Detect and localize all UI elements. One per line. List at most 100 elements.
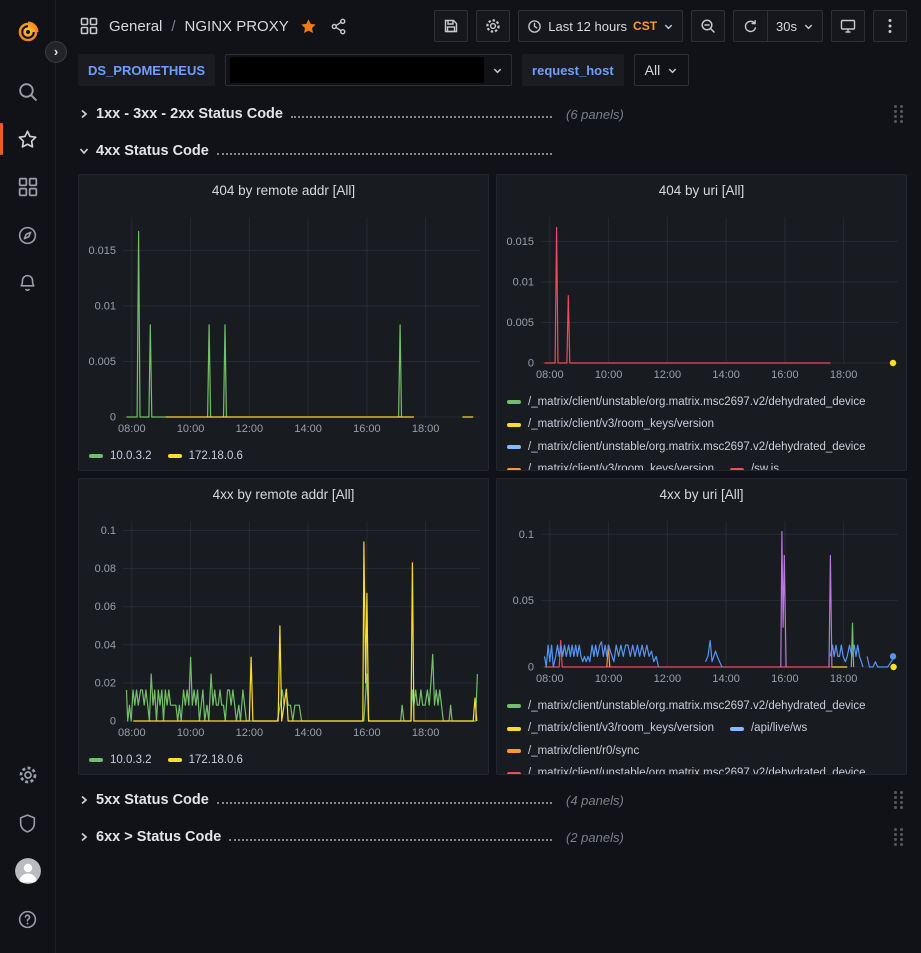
svg-text:0.04: 0.04 xyxy=(95,639,116,651)
chart-canvas[interactable]: 00.0050.010.01508:0010:0012:0014:0016:00… xyxy=(497,205,907,385)
panel-404-by-uri: 404 by uri [All] 00.0050.010.01508:0010:… xyxy=(496,174,907,471)
chevron-right-icon xyxy=(78,108,90,120)
more-options-button[interactable] xyxy=(873,10,907,42)
svg-text:0.015: 0.015 xyxy=(88,245,116,257)
legend-item[interactable]: 172.18.0.6 xyxy=(168,752,243,769)
row-drag-handle[interactable] xyxy=(890,787,907,813)
legend-swatch xyxy=(507,400,521,404)
svg-text:0: 0 xyxy=(110,716,116,728)
panel-title[interactable]: 4xx by uri [All] xyxy=(497,479,906,509)
svg-text:10:00: 10:00 xyxy=(177,727,205,739)
monitor-icon xyxy=(840,18,856,34)
breadcrumb-separator: / xyxy=(171,18,175,35)
panel-4xx-by-remote-addr: 4xx by remote addr [All] 00.020.040.060.… xyxy=(78,478,489,775)
request-host-variable-select[interactable]: All xyxy=(634,54,690,86)
request-host-value: All xyxy=(645,62,661,78)
row-panel-count: (6 panels) xyxy=(566,107,624,122)
legend-item[interactable]: /_matrix/client/v3/room_keys/version xyxy=(507,461,714,470)
row-header-6xx[interactable]: 6xx > Status Code (2 panels) xyxy=(78,823,907,851)
sidebar-item-profile[interactable] xyxy=(0,847,56,895)
sidebar-item-dashboards[interactable] xyxy=(0,163,56,211)
legend-label: 172.18.0.6 xyxy=(189,448,243,465)
sidebar-item-starred[interactable] xyxy=(0,115,56,163)
sidebar-item-search[interactable] xyxy=(0,67,56,115)
row-header-1xx-3xx-2xx[interactable]: 1xx - 3xx - 2xx Status Code (6 panels) xyxy=(78,100,907,128)
main-area: General / NGINX PROXY xyxy=(56,0,921,953)
svg-text:18:00: 18:00 xyxy=(412,727,440,739)
sidebar-item-configuration[interactable] xyxy=(0,751,56,799)
refresh-button[interactable] xyxy=(733,10,767,42)
legend-label: /_matrix/client/unstable/org.matrix.msc2… xyxy=(528,394,866,411)
sidebar-expand-button[interactable]: › xyxy=(45,41,67,63)
svg-text:14:00: 14:00 xyxy=(294,423,322,435)
legend-label: /api/live/ws xyxy=(751,720,807,737)
dashboard-settings-button[interactable] xyxy=(476,10,510,42)
svg-text:10:00: 10:00 xyxy=(595,673,623,685)
chart-legend: /_matrix/client/unstable/org.matrix.msc2… xyxy=(497,694,906,774)
sidebar-item-server-admin[interactable] xyxy=(0,799,56,847)
request-host-variable-label: request_host xyxy=(522,54,624,86)
svg-text:16:00: 16:00 xyxy=(353,423,381,435)
legend-label: /_matrix/client/unstable/org.matrix.msc2… xyxy=(528,698,866,715)
sidebar xyxy=(0,0,56,953)
svg-text:18:00: 18:00 xyxy=(830,369,858,381)
chart-canvas[interactable]: 00.020.040.060.080.108:0010:0012:0014:00… xyxy=(79,509,489,743)
row-title: 5xx Status Code xyxy=(96,792,209,808)
legend-item[interactable]: /_matrix/client/unstable/org.matrix.msc2… xyxy=(507,439,866,456)
favorite-star-button[interactable] xyxy=(298,16,319,37)
dashboards-icon xyxy=(18,177,38,197)
time-range-label: Last 12 hours xyxy=(548,19,627,34)
time-range-picker[interactable]: Last 12 hours CST xyxy=(518,10,683,42)
chart-canvas[interactable]: 00.0050.010.01508:0010:0012:0014:0016:00… xyxy=(79,205,489,439)
row-header-4xx[interactable]: 4xx Status Code xyxy=(78,137,907,165)
variables-bar: DS_PROMETHEUS request_host All xyxy=(56,52,921,96)
legend-item[interactable]: /_matrix/client/v3/room_keys/version xyxy=(507,416,714,433)
tv-kiosk-mode-button[interactable] xyxy=(831,10,865,42)
save-dashboard-button[interactable] xyxy=(434,10,468,42)
svg-text:0.1: 0.1 xyxy=(519,529,534,541)
chart-canvas[interactable]: 00.050.108:0010:0012:0014:0016:0018:00 xyxy=(497,509,907,689)
row-header-5xx[interactable]: 5xx Status Code (4 panels) xyxy=(78,786,907,814)
legend-item[interactable]: 10.0.3.2 xyxy=(89,752,152,769)
breadcrumb-dashboard-title[interactable]: NGINX PROXY xyxy=(185,18,289,35)
sidebar-item-help[interactable] xyxy=(0,895,56,943)
svg-text:0.08: 0.08 xyxy=(95,563,116,575)
legend-label: 10.0.3.2 xyxy=(110,752,152,769)
sidebar-item-alerting[interactable] xyxy=(0,259,56,307)
kebab-icon xyxy=(888,18,892,34)
legend-label: /_matrix/client/unstable/org.matrix.msc2… xyxy=(528,439,866,456)
legend-item[interactable]: 10.0.3.2 xyxy=(89,448,152,465)
legend-swatch xyxy=(730,468,744,471)
share-button[interactable] xyxy=(328,16,349,37)
chart-legend: /_matrix/client/unstable/org.matrix.msc2… xyxy=(497,390,906,470)
legend-item[interactable]: 172.18.0.6 xyxy=(168,448,243,465)
row-drag-handle[interactable] xyxy=(890,101,907,127)
legend-swatch xyxy=(507,704,521,708)
legend-item[interactable]: /sw.js xyxy=(730,461,779,470)
svg-text:0.005: 0.005 xyxy=(506,317,534,329)
legend-item[interactable]: /_matrix/client/r0/sync xyxy=(507,743,639,760)
breadcrumb-folder[interactable]: General xyxy=(109,18,162,35)
legend-item[interactable]: /_matrix/client/v3/room_keys/version xyxy=(507,720,714,737)
row-title: 1xx - 3xx - 2xx Status Code xyxy=(96,106,283,122)
sidebar-item-explore[interactable] xyxy=(0,211,56,259)
legend-item[interactable]: /api/live/ws xyxy=(730,720,807,737)
svg-text:12:00: 12:00 xyxy=(654,673,682,685)
refresh-interval-picker[interactable]: 30s xyxy=(767,10,823,42)
chevron-right-icon xyxy=(78,794,90,806)
datasource-variable-select[interactable] xyxy=(225,54,512,86)
svg-text:08:00: 08:00 xyxy=(118,727,146,739)
legend-item[interactable]: /_matrix/client/unstable/org.matrix.msc2… xyxy=(507,394,866,411)
zoom-out-time-button[interactable] xyxy=(691,10,725,42)
legend-item[interactable]: /_matrix/client/unstable/org.matrix.msc2… xyxy=(507,765,866,774)
panel-title[interactable]: 404 by remote addr [All] xyxy=(79,175,488,205)
panel-title[interactable]: 4xx by remote addr [All] xyxy=(79,479,488,509)
legend-label: /_matrix/client/unstable/org.matrix.msc2… xyxy=(528,765,866,774)
svg-text:14:00: 14:00 xyxy=(294,727,322,739)
legend-item[interactable]: /_matrix/client/unstable/org.matrix.msc2… xyxy=(507,698,866,715)
row-drag-handle[interactable] xyxy=(890,824,907,850)
chevron-down-icon xyxy=(78,145,90,157)
svg-text:18:00: 18:00 xyxy=(830,673,858,685)
panel-title[interactable]: 404 by uri [All] xyxy=(497,175,906,205)
svg-text:0.01: 0.01 xyxy=(95,300,116,312)
